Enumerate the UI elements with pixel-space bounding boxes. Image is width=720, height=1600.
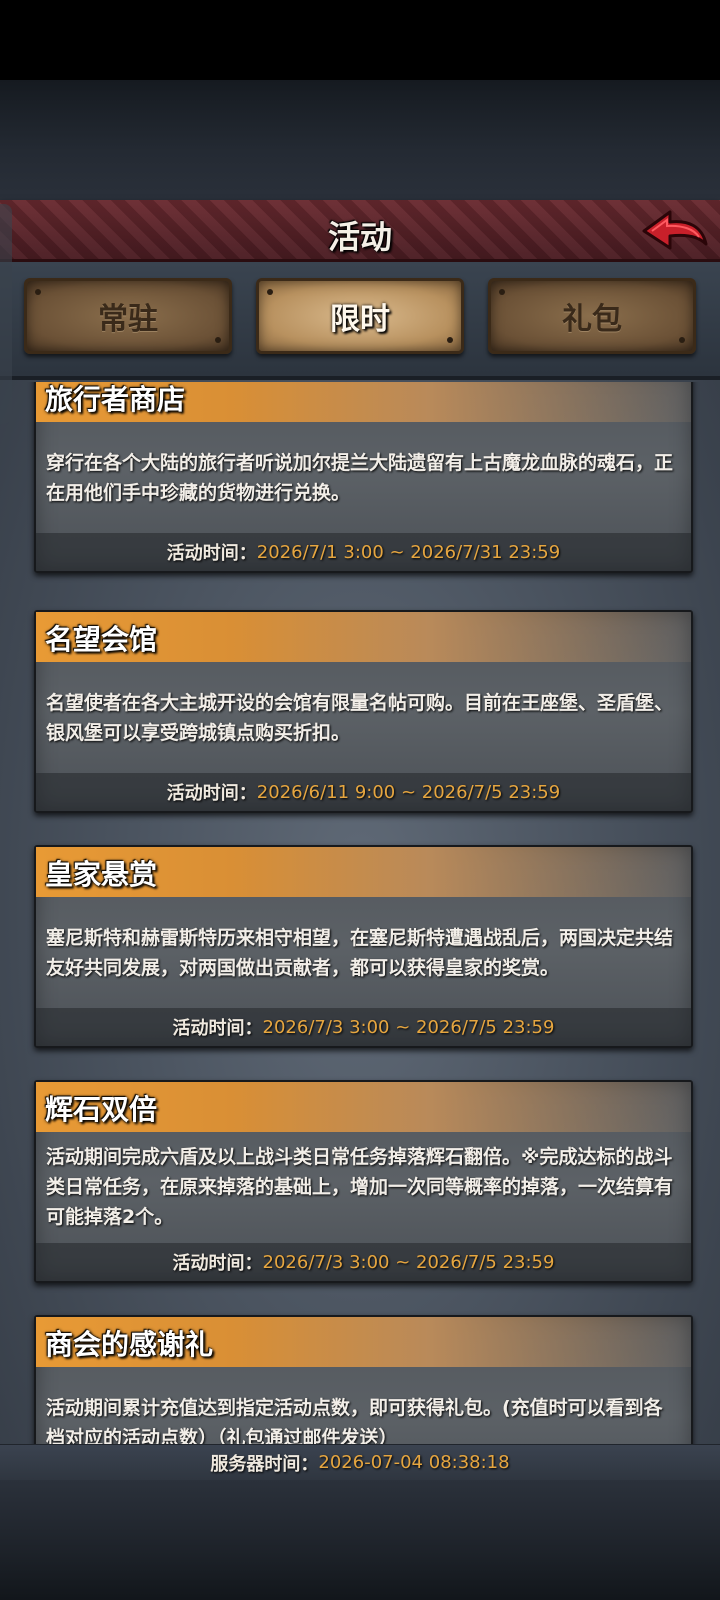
event-card[interactable]: 旅行者商店 穿行在各个大陆的旅行者听说加尔提兰大陆遗留有上古魔龙血脉的魂石，正在… [34, 382, 693, 573]
event-title: 辉石双倍 [45, 1093, 158, 1126]
event-title: 皇家悬赏 [45, 858, 158, 891]
event-time: 活动时间： 2026/7/3 3:00 ~ 2026/7/5 23:59 [36, 1243, 691, 1281]
event-time: 活动时间： 2026/6/11 9:00 ~ 2026/7/5 23:59 [36, 773, 691, 811]
time-value: 2026/7/3 3:00 ~ 2026/7/5 23:59 [262, 1251, 555, 1273]
event-time: 活动时间： 2026/7/1 3:00 ~ 2026/7/31 23:59 [36, 533, 691, 571]
event-title: 商会的感谢礼 [45, 1328, 214, 1361]
title-bar: 活动 [0, 200, 720, 262]
event-card[interactable]: 辉石双倍 活动期间完成六盾及以上战斗类日常任务掉落辉石翻倍。※完成达标的战斗类日… [34, 1080, 693, 1283]
time-label: 活动时间： [172, 1253, 263, 1274]
tab-gift-pack[interactable]: 礼包 [488, 278, 696, 354]
server-time-bar: 服务器时间： 2026-07-04 08:38:18 [0, 1444, 720, 1480]
event-title: 名望会馆 [45, 623, 158, 656]
event-description: 活动期间累计充值达到指定活动点数，即可获得礼包。(充值时可以看到各档对应的活动点… [46, 1397, 663, 1444]
tab-label: 礼包 [562, 302, 622, 337]
tab-limited[interactable]: 限时 [256, 278, 464, 354]
back-arrow-icon [642, 210, 708, 250]
status-area [0, 0, 720, 80]
event-description: 穿行在各个大陆的旅行者听说加尔提兰大陆遗留有上古魔龙血脉的魂石，正在用他们手中珍… [46, 452, 674, 504]
back-button[interactable] [640, 204, 710, 258]
time-value: 2026/7/3 3:00 ~ 2026/7/5 23:59 [262, 1016, 555, 1038]
tab-label: 限时 [330, 302, 390, 337]
tab-label: 常驻 [98, 302, 158, 337]
event-description: 名望使者在各大主城开设的会馆有限量名帖可购。目前在王座堡、圣盾堡、银风堡可以享受… [46, 692, 674, 744]
event-card[interactable]: 商会的感谢礼 活动期间累计充值达到指定活动点数，即可获得礼包。(充值时可以看到各… [34, 1315, 693, 1444]
server-time-label: 服务器时间： [210, 1453, 319, 1475]
time-value: 2026/6/11 9:00 ~ 2026/7/5 23:59 [256, 781, 561, 803]
background-top [0, 80, 720, 200]
background-bottom [0, 1480, 720, 1600]
event-list[interactable]: 旅行者商店 穿行在各个大陆的旅行者听说加尔提兰大陆遗留有上古魔龙血脉的魂石，正在… [0, 382, 720, 1444]
time-label: 活动时间： [166, 783, 257, 804]
event-time: 活动时间： 2026/7/3 3:00 ~ 2026/7/5 23:59 [36, 1008, 691, 1046]
server-time-value: 2026-07-04 08:38:18 [318, 1452, 510, 1473]
time-label: 活动时间： [166, 543, 257, 564]
event-card[interactable]: 名望会馆 名望使者在各大主城开设的会馆有限量名帖可购。目前在王座堡、圣盾堡、银风… [34, 610, 693, 813]
event-card[interactable]: 皇家悬赏 塞尼斯特和赫雷斯特历来相守相望，在塞尼斯特遭遇战乱后，两国决定共结友好… [34, 845, 693, 1048]
event-description: 塞尼斯特和赫雷斯特历来相守相望，在塞尼斯特遭遇战乱后，两国决定共结友好共同发展，… [46, 927, 674, 979]
time-label: 活动时间： [172, 1018, 263, 1039]
page-title: 活动 [327, 218, 392, 256]
event-title: 旅行者商店 [45, 383, 186, 416]
event-description: 活动期间完成六盾及以上战斗类日常任务掉落辉石翻倍。※完成达标的战斗类日常任务，在… [46, 1146, 674, 1228]
time-value: 2026/7/1 3:00 ~ 2026/7/31 23:59 [256, 541, 561, 563]
tab-permanent[interactable]: 常驻 [24, 278, 232, 354]
